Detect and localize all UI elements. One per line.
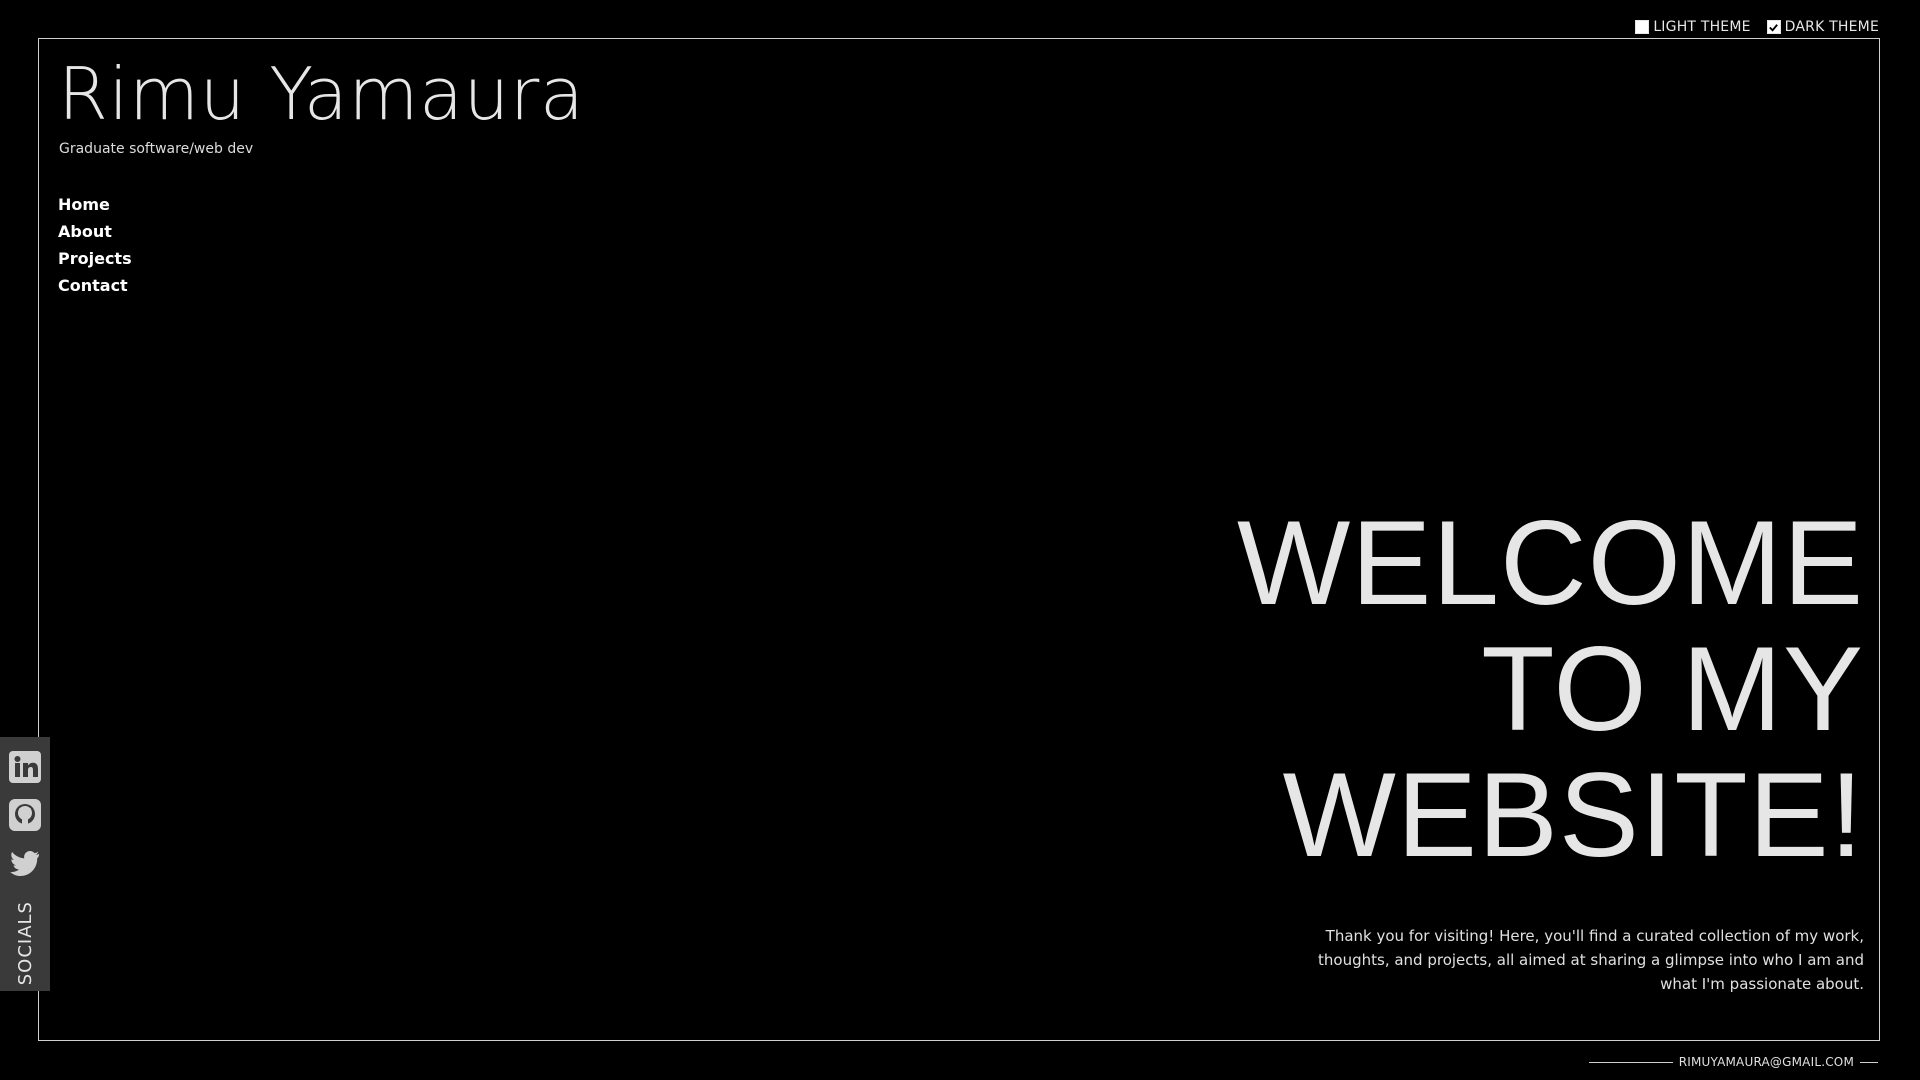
- hero-line-1: WELCOME: [1236, 496, 1864, 630]
- dark-theme-checkbox[interactable]: [1766, 20, 1781, 34]
- socials-label: SOCIALS: [14, 901, 36, 986]
- light-theme-toggle[interactable]: LIGHT THEME: [1635, 19, 1750, 35]
- linkedin-icon[interactable]: [5, 747, 45, 787]
- twitter-icon[interactable]: [5, 843, 45, 883]
- socials-sidebar: SOCIALS: [0, 737, 50, 991]
- theme-toggles: LIGHT THEME DARK THEME: [1635, 19, 1879, 35]
- footer-divider-right: [1860, 1061, 1878, 1063]
- nav-projects[interactable]: Projects: [58, 249, 132, 268]
- nav-contact[interactable]: Contact: [58, 276, 132, 295]
- hero-heading: WELCOME TO MY WEBSITE!: [1237, 500, 1864, 878]
- dark-theme-label: DARK THEME: [1784, 19, 1879, 35]
- light-theme-label: LIGHT THEME: [1653, 19, 1751, 35]
- page: LIGHT THEME DARK THEME Rimu Yamaura Grad…: [0, 0, 1920, 1080]
- nav-about[interactable]: About: [58, 222, 132, 241]
- dark-theme-toggle[interactable]: DARK THEME: [1766, 19, 1879, 35]
- github-icon[interactable]: [5, 795, 45, 835]
- site-subtitle: Graduate software/web dev: [59, 141, 254, 157]
- hero-lead: Thank you for visiting! Here, you'll fin…: [1318, 927, 1864, 993]
- footer-divider-left: [1588, 1061, 1673, 1063]
- light-theme-checkbox[interactable]: [1635, 20, 1650, 34]
- check-icon: [1769, 23, 1779, 32]
- hero-line-3: WEBSITE!: [1282, 748, 1864, 882]
- main-nav: Home About Projects Contact: [58, 195, 132, 295]
- email-link[interactable]: RIMUYAMAURA@GMAIL.COM: [1679, 1055, 1854, 1069]
- nav-home[interactable]: Home: [58, 195, 132, 214]
- site-title: Rimu Yamaura: [58, 52, 585, 136]
- footer-email: RIMUYAMAURA@GMAIL.COM: [1588, 1055, 1878, 1069]
- hero-line-2: TO MY: [1481, 622, 1864, 756]
